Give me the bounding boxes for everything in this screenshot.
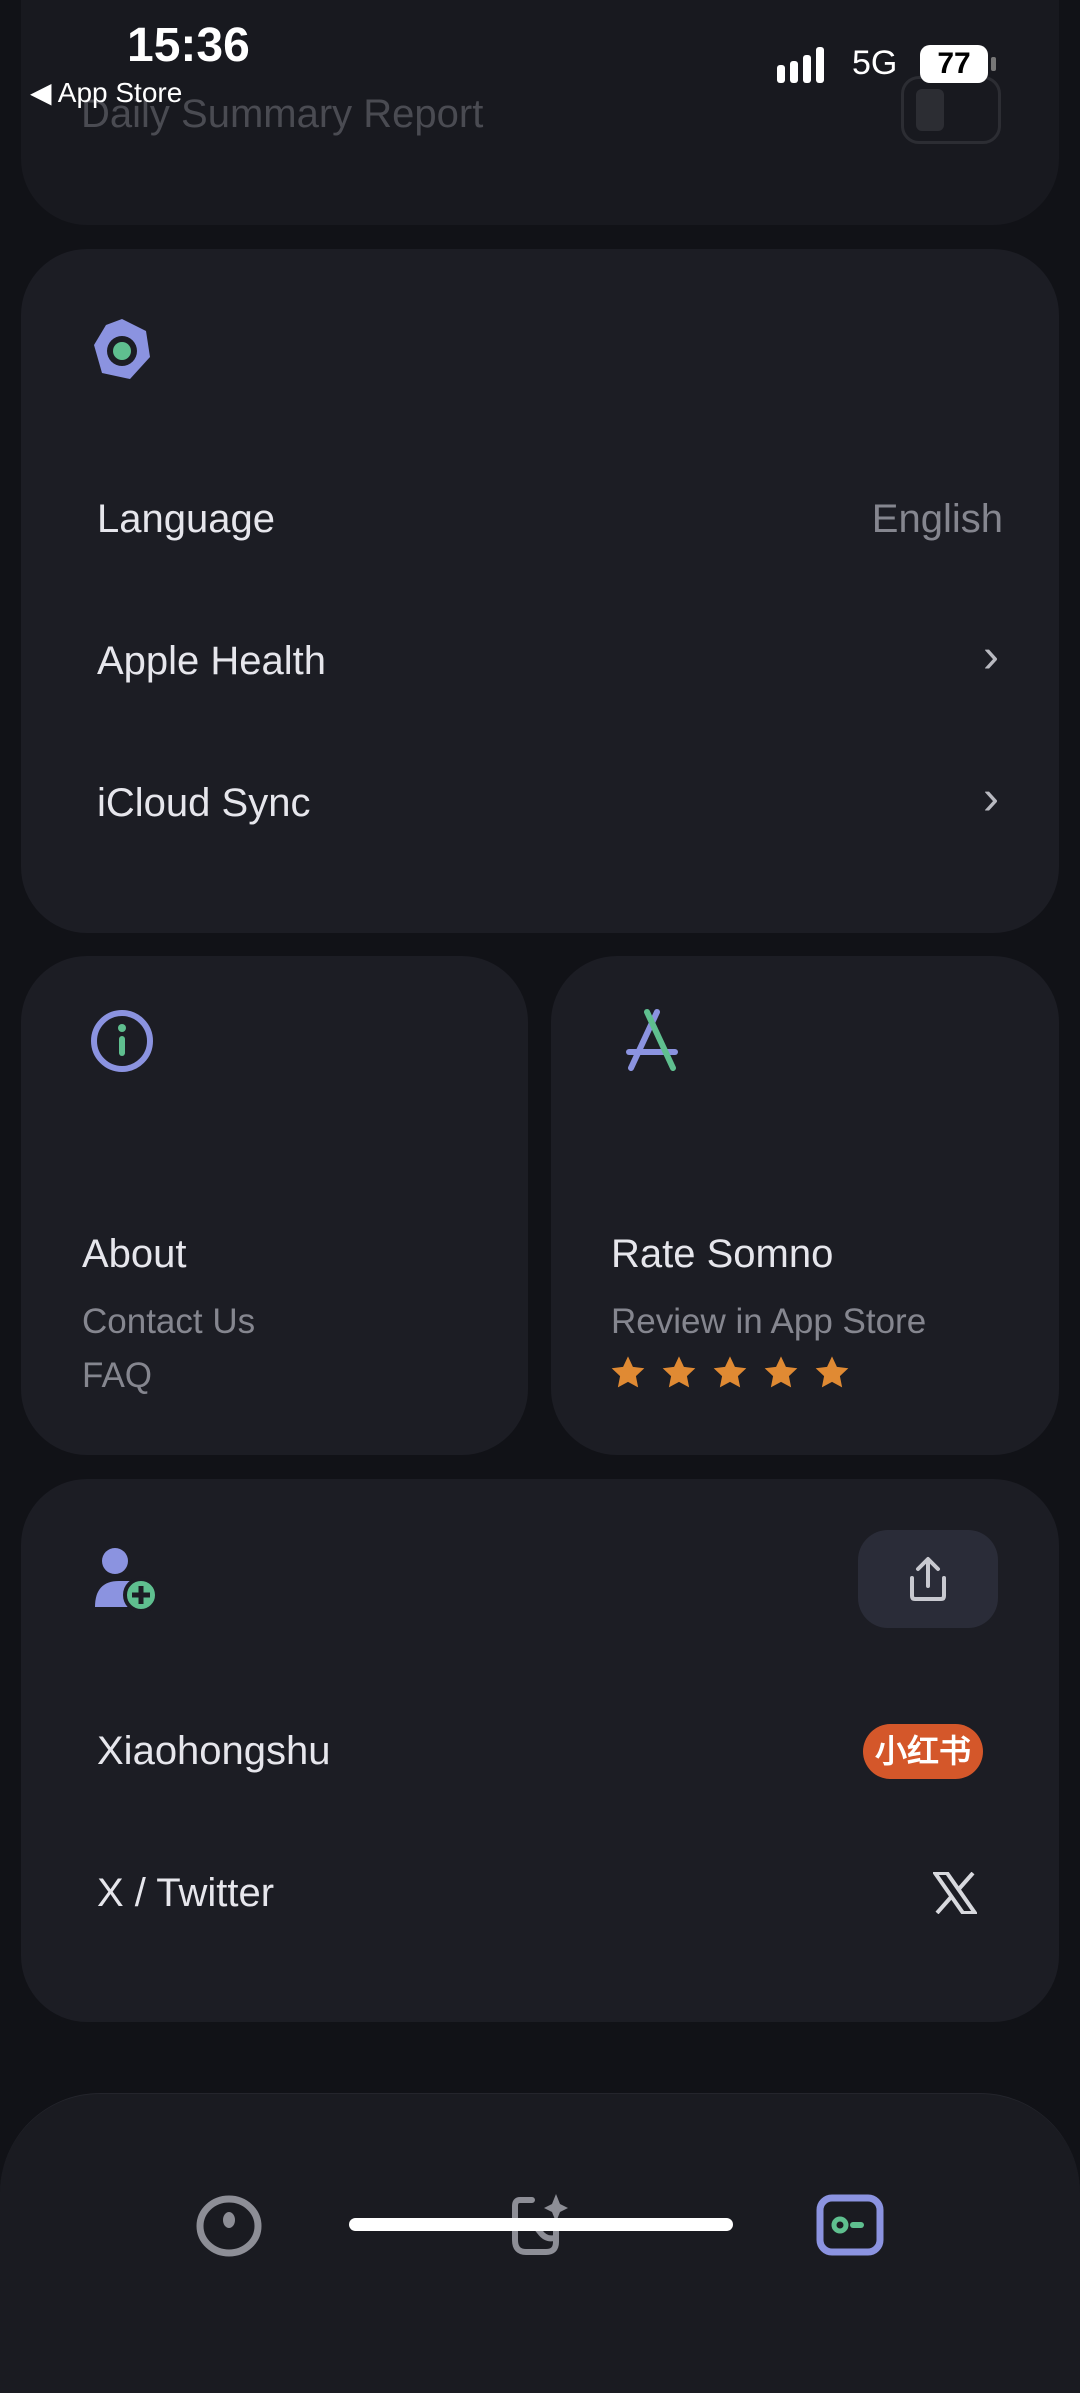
language-value: English — [871, 497, 1003, 541]
star-icon[interactable] — [609, 1354, 647, 1392]
network-type: 5G — [852, 44, 898, 82]
rate-subtitle: Review in App Store — [611, 1302, 927, 1341]
tab-sleep[interactable] — [195, 2194, 263, 2258]
chevron-right-icon: › — [983, 772, 999, 825]
x-logo-icon — [933, 1872, 977, 1914]
daily-summary-toggle[interactable] — [901, 76, 1001, 144]
tab-bar — [0, 2093, 1080, 2393]
signal-icon — [777, 45, 835, 83]
home-indicator — [349, 2218, 733, 2231]
about-card[interactable]: About Contact Us FAQ — [21, 956, 528, 1455]
language-label: Language — [97, 497, 275, 541]
xiaohongshu-badge: 小红书 — [863, 1724, 983, 1779]
tab-settings[interactable] — [816, 2194, 884, 2256]
back-to-app-store[interactable]: ◀ App Store — [30, 76, 182, 109]
battery-tip — [991, 57, 996, 71]
add-user-icon — [95, 1548, 159, 1613]
share-icon — [910, 1557, 946, 1601]
share-card: Xiaohongshu 小红书 X / Twitter — [21, 1479, 1059, 2022]
faq-link[interactable]: FAQ — [82, 1356, 152, 1396]
gear-icon — [94, 319, 150, 379]
star-rating[interactable] — [609, 1354, 851, 1392]
share-button[interactable] — [858, 1530, 998, 1628]
star-icon[interactable] — [813, 1354, 851, 1392]
status-time: 15:36 — [127, 19, 250, 72]
x-twitter-label: X / Twitter — [97, 1871, 275, 1915]
about-title: About — [82, 1232, 187, 1276]
contact-us-link[interactable]: Contact Us — [82, 1302, 255, 1342]
star-icon[interactable] — [711, 1354, 749, 1392]
battery-level: 77 — [937, 47, 971, 80]
settings-card: Language English Apple Health › iCloud S… — [21, 249, 1059, 933]
app-store-icon — [626, 1009, 678, 1071]
chevron-right-icon: › — [983, 630, 999, 683]
battery-icon: 77 — [920, 45, 988, 83]
xiaohongshu-label: Xiaohongshu — [97, 1729, 331, 1773]
apple-health-label: Apple Health — [97, 639, 327, 683]
icloud-sync-label: iCloud Sync — [97, 781, 311, 825]
star-icon[interactable] — [762, 1354, 800, 1392]
rate-title: Rate Somno — [611, 1232, 834, 1276]
rate-card[interactable]: Rate Somno Review in App Store — [551, 956, 1059, 1455]
info-icon — [91, 1010, 153, 1072]
star-icon[interactable] — [660, 1354, 698, 1392]
back-label: App Store — [57, 77, 183, 108]
